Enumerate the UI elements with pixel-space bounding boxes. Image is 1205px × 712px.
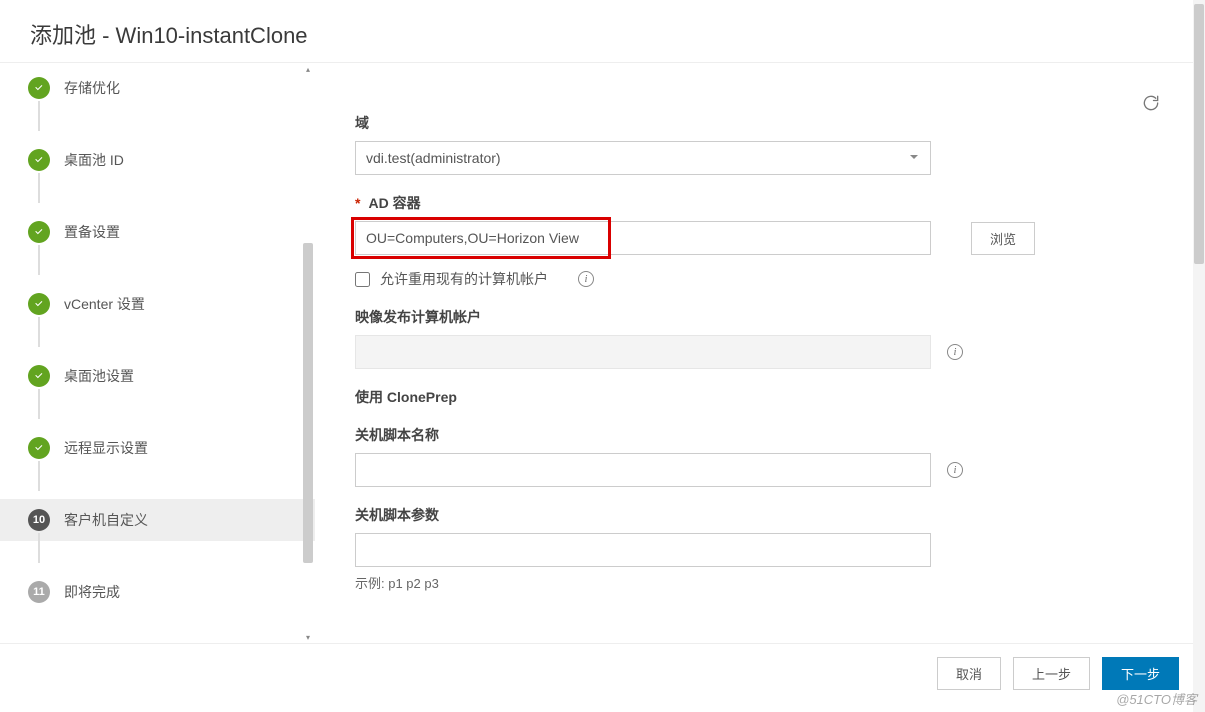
cancel-button[interactable]: 取消 [937, 657, 1001, 690]
chevron-down-icon [908, 150, 920, 166]
field-cloneprep: 使用 ClonePrep [355, 387, 1145, 407]
shutdown-name-input[interactable] [355, 453, 931, 487]
step-label: 桌面池 ID [64, 150, 124, 170]
check-icon [28, 437, 50, 459]
page-scrollbar[interactable] [1193, 0, 1205, 712]
info-icon[interactable]: i [578, 271, 594, 287]
cloneprep-label: 使用 ClonePrep [355, 387, 1145, 407]
content-panel: 域 vdi.test(administrator) *AD 容器 浏览 允许重用… [315, 63, 1205, 643]
next-button[interactable]: 下一步 [1102, 657, 1179, 690]
footer: 取消 上一步 下一步 [0, 643, 1205, 703]
step-label: 桌面池设置 [64, 366, 134, 386]
step-connector [38, 245, 40, 275]
step-connector [38, 533, 40, 563]
main-area: 存储优化桌面池 ID 置备设置 vCenter 设置桌面池设置远程显示设置 10 客户机… [0, 63, 1205, 643]
wizard-step[interactable]: 10 客户机自定义 [0, 499, 315, 541]
step-label: 远程显示设置 [64, 438, 148, 458]
reuse-checkbox-row: 允许重用现有的计算机帐户 i [355, 269, 1145, 289]
step-connector [38, 461, 40, 491]
step-number: 10 [28, 509, 50, 531]
dialog-title: 添加池 - Win10-instantClone [0, 0, 1205, 63]
sidebar-scrollbar[interactable]: ▴ ▾ [303, 63, 313, 643]
watermark: @51CTO博客 [1116, 689, 1197, 708]
ad-container-input[interactable] [355, 221, 931, 255]
shutdown-name-label: 关机脚本名称 [355, 425, 1145, 445]
info-icon[interactable]: i [947, 462, 963, 478]
step-label: 存储优化 [64, 78, 120, 98]
ad-label: *AD 容器 [355, 193, 1145, 213]
check-icon [28, 293, 50, 315]
step-connector [38, 101, 40, 131]
shutdown-param-label: 关机脚本参数 [355, 505, 1145, 525]
step-label: 置备设置 [64, 222, 120, 242]
wizard-step[interactable]: 桌面池设置 [0, 355, 315, 397]
step-connector [38, 317, 40, 347]
step-label: 即将完成 [64, 582, 120, 602]
reuse-checkbox[interactable] [355, 272, 370, 287]
field-domain: 域 vdi.test(administrator) [355, 113, 1145, 175]
scroll-up-icon[interactable]: ▴ [303, 63, 313, 75]
check-icon [28, 221, 50, 243]
check-icon [28, 149, 50, 171]
domain-value: vdi.test(administrator) [366, 150, 501, 166]
field-shutdown-name: 关机脚本名称 i [355, 425, 1145, 487]
image-account-readonly [355, 335, 931, 369]
refresh-icon [1141, 93, 1161, 113]
wizard-step[interactable]: 桌面池 ID [0, 139, 315, 181]
step-label: 客户机自定义 [64, 510, 148, 530]
page-scroll-thumb[interactable] [1194, 4, 1204, 264]
sidebar: 存储优化桌面池 ID 置备设置 vCenter 设置桌面池设置远程显示设置 10 客户机… [0, 63, 315, 643]
prev-button[interactable]: 上一步 [1013, 657, 1090, 690]
wizard-step[interactable]: 11 即将完成 [0, 571, 315, 613]
scroll-down-icon[interactable]: ▾ [303, 631, 313, 643]
info-icon[interactable]: i [947, 344, 963, 360]
refresh-button[interactable] [1141, 93, 1161, 116]
field-ad-container: *AD 容器 浏览 允许重用现有的计算机帐户 i [355, 193, 1145, 289]
image-account-label: 映像发布计算机帐户 [355, 307, 1145, 327]
shutdown-param-input[interactable] [355, 533, 931, 567]
example-hint: 示例: p1 p2 p3 [355, 573, 1145, 592]
check-icon [28, 365, 50, 387]
step-number: 11 [28, 581, 50, 603]
domain-label: 域 [355, 113, 1145, 133]
field-shutdown-param: 关机脚本参数 示例: p1 p2 p3 [355, 505, 1145, 592]
field-image-account: 映像发布计算机帐户 i [355, 307, 1145, 369]
wizard-step[interactable]: 存储优化 [0, 67, 315, 109]
browse-button[interactable]: 浏览 [971, 222, 1035, 255]
domain-select[interactable]: vdi.test(administrator) [355, 141, 931, 175]
required-asterisk: * [355, 195, 360, 211]
step-connector [38, 389, 40, 419]
scroll-thumb[interactable] [303, 243, 313, 563]
reuse-label: 允许重用现有的计算机帐户 [380, 269, 548, 289]
step-list: 存储优化桌面池 ID 置备设置 vCenter 设置桌面池设置远程显示设置 10 客户机… [0, 63, 315, 643]
wizard-step[interactable]: vCenter 设置 [0, 283, 315, 325]
step-label: vCenter 设置 [64, 294, 145, 314]
step-connector [38, 173, 40, 203]
wizard-step[interactable]: 远程显示设置 [0, 427, 315, 469]
check-icon [28, 77, 50, 99]
wizard-step[interactable]: 置备设置 [0, 211, 315, 253]
